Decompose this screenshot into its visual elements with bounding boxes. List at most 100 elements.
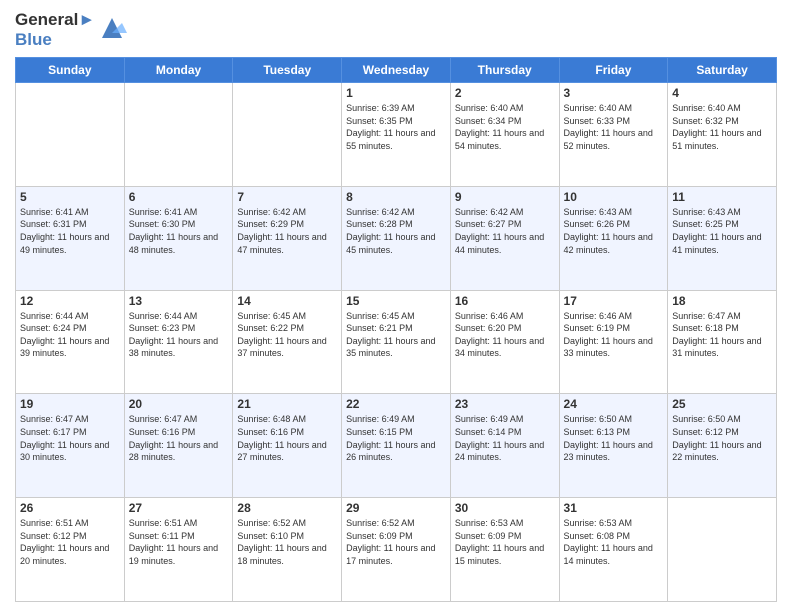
header: General► Blue bbox=[15, 10, 777, 49]
day-cell: 2Sunrise: 6:40 AMSunset: 6:34 PMDaylight… bbox=[450, 83, 559, 187]
day-info: Sunrise: 6:53 AMSunset: 6:09 PMDaylight:… bbox=[455, 517, 555, 567]
day-cell: 29 Sunrise: 6:52 AMSunset: 6:09 PMDayligh… bbox=[342, 498, 451, 602]
day-number: 25 bbox=[672, 397, 772, 411]
day-header-thursday: Thursday bbox=[450, 58, 559, 83]
day-info: Sunrise: 6:49 AMSunset: 6:15 PMDaylight:… bbox=[346, 413, 446, 463]
day-number: 14 bbox=[237, 294, 337, 308]
day-info: Sunrise: 6:42 AMSunset: 6:27 PMDaylight:… bbox=[455, 206, 555, 256]
header-row: SundayMondayTuesdayWednesdayThursdayFrid… bbox=[16, 58, 777, 83]
day-info: Sunrise: 6:47 AMSunset: 6:16 PMDaylight:… bbox=[129, 413, 229, 463]
day-cell: 8Sunrise: 6:42 AMSunset: 6:28 PMDaylight… bbox=[342, 186, 451, 290]
day-info: Sunrise: 6:52 AMSunset: 6:10 PMDaylight:… bbox=[237, 517, 337, 567]
day-info: Sunrise: 6:41 AMSunset: 6:31 PMDaylight:… bbox=[20, 206, 120, 256]
day-number: 26 bbox=[20, 501, 120, 515]
day-number: 12 bbox=[20, 294, 120, 308]
day-info: Sunrise: 6:50 AMSunset: 6:12 PMDaylight:… bbox=[672, 413, 772, 463]
day-number: 21 bbox=[237, 397, 337, 411]
day-header-monday: Monday bbox=[124, 58, 233, 83]
day-cell: 11 Sunrise: 6:43 AMSunset: 6:25 PMDayligh… bbox=[668, 186, 777, 290]
day-number: 9 bbox=[455, 190, 555, 204]
week-row-5: 26 Sunrise: 6:51 AMSunset: 6:12 PMDayligh… bbox=[16, 498, 777, 602]
day-number: 11 bbox=[672, 190, 772, 204]
day-info: Sunrise: 6:40 AMSunset: 6:32 PMDaylight:… bbox=[672, 102, 772, 152]
logo-text: General► bbox=[15, 10, 95, 30]
day-cell: 13 Sunrise: 6:44 AMSunset: 6:23 PMDayligh… bbox=[124, 290, 233, 394]
day-info: Sunrise: 6:45 AMSunset: 6:22 PMDaylight:… bbox=[237, 310, 337, 360]
day-info: Sunrise: 6:44 AMSunset: 6:24 PMDaylight:… bbox=[20, 310, 120, 360]
day-number: 15 bbox=[346, 294, 446, 308]
day-info: Sunrise: 6:44 AMSunset: 6:23 PMDaylight:… bbox=[129, 310, 229, 360]
day-cell bbox=[668, 498, 777, 602]
day-number: 23 bbox=[455, 397, 555, 411]
day-cell: 15 Sunrise: 6:45 AMSunset: 6:21 PMDayligh… bbox=[342, 290, 451, 394]
day-cell: 4 Sunrise: 6:40 AMSunset: 6:32 PMDaylight… bbox=[668, 83, 777, 187]
day-info: Sunrise: 6:47 AMSunset: 6:17 PMDaylight:… bbox=[20, 413, 120, 463]
day-number: 19 bbox=[20, 397, 120, 411]
day-number: 1 bbox=[346, 86, 446, 100]
day-cell: 20 Sunrise: 6:47 AMSunset: 6:16 PMDayligh… bbox=[124, 394, 233, 498]
day-cell: 1 Sunrise: 6:39 AMSunset: 6:35 PMDaylight… bbox=[342, 83, 451, 187]
day-number: 13 bbox=[129, 294, 229, 308]
day-info: Sunrise: 6:43 AMSunset: 6:25 PMDaylight:… bbox=[672, 206, 772, 256]
day-cell bbox=[233, 83, 342, 187]
day-cell: 18Sunrise: 6:47 AMSunset: 6:18 PMDayligh… bbox=[668, 290, 777, 394]
day-cell: 6 Sunrise: 6:41 AMSunset: 6:30 PMDaylight… bbox=[124, 186, 233, 290]
day-number: 28 bbox=[237, 501, 337, 515]
day-info: Sunrise: 6:50 AMSunset: 6:13 PMDaylight:… bbox=[564, 413, 664, 463]
day-cell: 24Sunrise: 6:50 AMSunset: 6:13 PMDayligh… bbox=[559, 394, 668, 498]
day-number: 20 bbox=[129, 397, 229, 411]
day-info: Sunrise: 6:43 AMSunset: 6:26 PMDaylight:… bbox=[564, 206, 664, 256]
day-header-saturday: Saturday bbox=[668, 58, 777, 83]
day-cell: 31 Sunrise: 6:53 AMSunset: 6:08 PMDayligh… bbox=[559, 498, 668, 602]
day-info: Sunrise: 6:52 AMSunset: 6:09 PMDaylight:… bbox=[346, 517, 446, 567]
day-number: 6 bbox=[129, 190, 229, 204]
day-number: 5 bbox=[20, 190, 120, 204]
day-number: 10 bbox=[564, 190, 664, 204]
day-cell: 17Sunrise: 6:46 AMSunset: 6:19 PMDayligh… bbox=[559, 290, 668, 394]
day-cell: 27 Sunrise: 6:51 AMSunset: 6:11 PMDayligh… bbox=[124, 498, 233, 602]
day-info: Sunrise: 6:51 AMSunset: 6:12 PMDaylight:… bbox=[20, 517, 120, 567]
calendar-table: SundayMondayTuesdayWednesdayThursdayFrid… bbox=[15, 57, 777, 602]
day-info: Sunrise: 6:53 AMSunset: 6:08 PMDaylight:… bbox=[564, 517, 664, 567]
day-cell: 7 Sunrise: 6:42 AMSunset: 6:29 PMDaylight… bbox=[233, 186, 342, 290]
day-cell: 10 Sunrise: 6:43 AMSunset: 6:26 PMDayligh… bbox=[559, 186, 668, 290]
day-number: 3 bbox=[564, 86, 664, 100]
day-info: Sunrise: 6:47 AMSunset: 6:18 PMDaylight:… bbox=[672, 310, 772, 360]
day-number: 29 bbox=[346, 501, 446, 515]
day-header-tuesday: Tuesday bbox=[233, 58, 342, 83]
day-cell: 26 Sunrise: 6:51 AMSunset: 6:12 PMDayligh… bbox=[16, 498, 125, 602]
day-number: 31 bbox=[564, 501, 664, 515]
day-number: 7 bbox=[237, 190, 337, 204]
day-cell: 28 Sunrise: 6:52 AMSunset: 6:10 PMDayligh… bbox=[233, 498, 342, 602]
day-cell: 14 Sunrise: 6:45 AMSunset: 6:22 PMDayligh… bbox=[233, 290, 342, 394]
week-row-2: 5 Sunrise: 6:41 AMSunset: 6:31 PMDaylight… bbox=[16, 186, 777, 290]
day-number: 30 bbox=[455, 501, 555, 515]
day-info: Sunrise: 6:40 AMSunset: 6:33 PMDaylight:… bbox=[564, 102, 664, 152]
week-row-3: 12 Sunrise: 6:44 AMSunset: 6:24 PMDayligh… bbox=[16, 290, 777, 394]
day-info: Sunrise: 6:46 AMSunset: 6:20 PMDaylight:… bbox=[455, 310, 555, 360]
day-info: Sunrise: 6:51 AMSunset: 6:11 PMDaylight:… bbox=[129, 517, 229, 567]
day-info: Sunrise: 6:41 AMSunset: 6:30 PMDaylight:… bbox=[129, 206, 229, 256]
page: General► Blue SundayMondayTuesdayWednesd… bbox=[0, 0, 792, 612]
day-number: 2 bbox=[455, 86, 555, 100]
day-number: 22 bbox=[346, 397, 446, 411]
day-number: 4 bbox=[672, 86, 772, 100]
day-info: Sunrise: 6:42 AMSunset: 6:29 PMDaylight:… bbox=[237, 206, 337, 256]
week-row-4: 19 Sunrise: 6:47 AMSunset: 6:17 PMDayligh… bbox=[16, 394, 777, 498]
day-cell: 12 Sunrise: 6:44 AMSunset: 6:24 PMDayligh… bbox=[16, 290, 125, 394]
day-header-wednesday: Wednesday bbox=[342, 58, 451, 83]
day-number: 27 bbox=[129, 501, 229, 515]
logo-blue: Blue bbox=[15, 30, 95, 50]
day-number: 16 bbox=[455, 294, 555, 308]
day-info: Sunrise: 6:48 AMSunset: 6:16 PMDaylight:… bbox=[237, 413, 337, 463]
day-info: Sunrise: 6:42 AMSunset: 6:28 PMDaylight:… bbox=[346, 206, 446, 256]
day-info: Sunrise: 6:45 AMSunset: 6:21 PMDaylight:… bbox=[346, 310, 446, 360]
day-cell: 23 Sunrise: 6:49 AMSunset: 6:14 PMDayligh… bbox=[450, 394, 559, 498]
logo: General► Blue bbox=[15, 10, 127, 49]
day-info: Sunrise: 6:39 AMSunset: 6:35 PMDaylight:… bbox=[346, 102, 446, 152]
day-info: Sunrise: 6:49 AMSunset: 6:14 PMDaylight:… bbox=[455, 413, 555, 463]
day-cell: 9 Sunrise: 6:42 AMSunset: 6:27 PMDaylight… bbox=[450, 186, 559, 290]
day-cell bbox=[124, 83, 233, 187]
day-header-sunday: Sunday bbox=[16, 58, 125, 83]
day-cell: 19 Sunrise: 6:47 AMSunset: 6:17 PMDayligh… bbox=[16, 394, 125, 498]
